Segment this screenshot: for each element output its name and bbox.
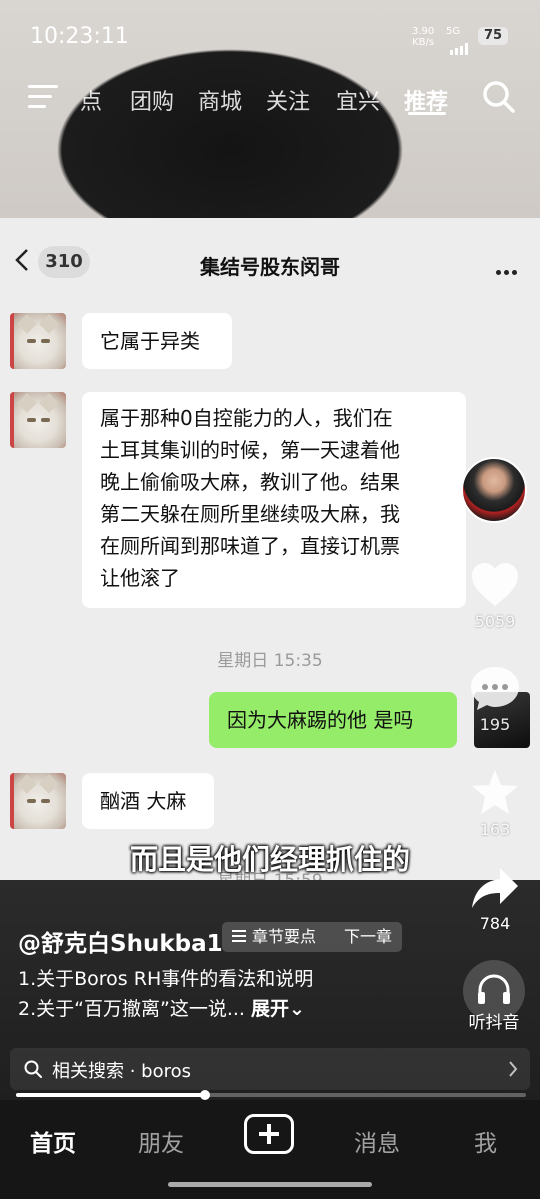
video-progress-bar[interactable] (16, 1090, 526, 1100)
progress-handle[interactable] (199, 1090, 210, 1100)
add-icon[interactable] (244, 1114, 294, 1154)
tab-me[interactable]: 我 (474, 1124, 497, 1158)
net-speed-unit: KB/s (412, 37, 435, 48)
battery-indicator: 75 (478, 27, 508, 45)
creator-avatar[interactable] (461, 457, 527, 523)
headphones-icon (463, 960, 525, 1022)
share-count: 784 (479, 914, 511, 933)
message-bubble-self: 因为大麻踢的他 是吗 (209, 692, 457, 748)
chapter-chip[interactable]: 章节要点 下一章 (222, 922, 402, 952)
menu-icon[interactable] (28, 85, 58, 109)
star-icon (472, 770, 518, 814)
like-button[interactable]: 5059 (462, 562, 528, 631)
message-line: 土耳其集训的时候，第一天逮着他 (100, 438, 400, 462)
chat-timestamp: 星期日 15:35 (217, 651, 323, 671)
active-tab-underline (408, 112, 446, 115)
more-icon (496, 260, 520, 279)
message-line: 在厕所闻到那味道了，直接订机票 (100, 534, 400, 558)
search-icon (24, 1060, 42, 1078)
signal-icon (450, 36, 470, 55)
related-search-text: 相关搜索 · boros (52, 1061, 191, 1082)
tab-mall[interactable]: 商城 (198, 84, 242, 116)
related-search-bar[interactable]: 相关搜索 · boros (10, 1048, 530, 1090)
chat-title: 集结号股东闵哥 (200, 255, 340, 279)
author-name[interactable]: @舒克白Shukba1 (18, 924, 223, 958)
message-bubble: 酗酒 大麻 (82, 773, 214, 829)
like-count: 5059 (474, 612, 516, 631)
tab-friends[interactable]: 朋友 (138, 1124, 184, 1158)
progress-fill (16, 1093, 205, 1097)
message-line: 让他滚了 (100, 566, 180, 590)
message-bubble: 属于那种0自控能力的人，我们在 土耳其集训的时候，第一天逮着他 晚上偷偷吸大麻，… (82, 392, 466, 608)
chevron-right-icon (509, 1061, 518, 1077)
message-line: 第二天躲在厕所里继续吸大麻，我 (100, 502, 400, 526)
message-line: 属于那种0自控能力的人，我们在 (100, 406, 393, 430)
description-text: 2.关于“百万撤离”这一说... (18, 998, 245, 1020)
video-subtitle: 而且是他们经理抓住的 (129, 843, 410, 876)
share-icon (472, 868, 518, 908)
next-chapter-label[interactable]: 下一章 (344, 922, 392, 952)
expand-button[interactable]: 展开⌄ (251, 998, 305, 1020)
comment-icon (471, 667, 519, 710)
comment-button[interactable]: 195 (462, 665, 528, 734)
comment-count: 195 (479, 715, 511, 734)
tab-yixing[interactable]: 宜兴 (336, 84, 380, 116)
message-line: 晚上偷偷吸大麻，教训了他。结果 (100, 470, 400, 494)
avatar (10, 392, 66, 448)
tab-following[interactable]: 关注 (266, 84, 310, 116)
message-bubble: 它属于异类 (82, 313, 232, 369)
tab-group-buy[interactable]: 团购 (130, 84, 174, 116)
avatar (10, 313, 66, 369)
status-bar: 10:23:11 3.90 KB/s 5G 75 (0, 0, 540, 70)
network-speed: 3.90 KB/s (412, 26, 434, 48)
avatar (10, 773, 66, 829)
chat-screenshot: 310 集结号股东闵哥 它属于异类 属于那种0自控能力的人，我们在 土耳其集训的… (0, 218, 540, 880)
tab-messages[interactable]: 消息 (354, 1124, 400, 1158)
home-indicator (168, 1182, 372, 1187)
tab-home[interactable]: 首页 (30, 1124, 76, 1158)
top-nav: 点 团购 商城 关注 宜兴 推荐 (0, 72, 540, 122)
favorite-count: 163 (479, 820, 511, 839)
favorite-button[interactable]: 163 (462, 768, 528, 839)
description-line-1: 1.关于Boros RH事件的看法和说明 (18, 968, 314, 990)
net-speed-value: 3.90 (412, 26, 435, 37)
chapter-label: 章节要点 (252, 927, 317, 946)
list-icon (232, 930, 246, 945)
heart-icon (472, 563, 518, 606)
tab-partial[interactable]: 点 (80, 84, 102, 116)
chat-header: 310 集结号股东闵哥 (0, 218, 540, 293)
status-time: 10:23:11 (30, 24, 129, 49)
share-button[interactable]: 784 (462, 866, 528, 933)
search-icon[interactable] (482, 80, 516, 114)
listen-button[interactable]: 听抖音 (460, 960, 528, 1033)
description-line-2: 2.关于“百万撤离”这一说... 展开⌄ (18, 994, 305, 1021)
expand-label: 展开 (250, 998, 289, 1020)
